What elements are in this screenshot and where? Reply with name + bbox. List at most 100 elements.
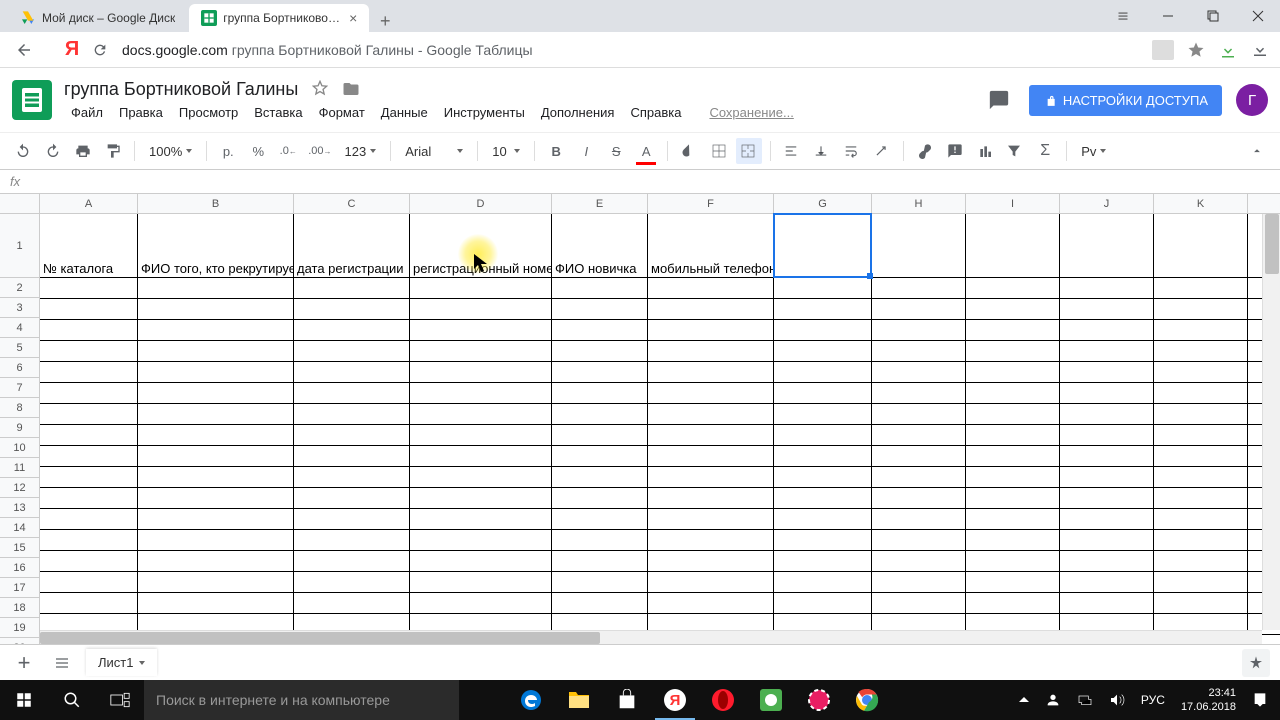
cell[interactable] bbox=[1060, 467, 1154, 487]
cell[interactable] bbox=[872, 530, 966, 550]
cell[interactable] bbox=[966, 467, 1060, 487]
cell[interactable] bbox=[774, 341, 872, 361]
cell[interactable] bbox=[294, 509, 410, 529]
store-app-icon[interactable] bbox=[603, 680, 651, 720]
cell[interactable] bbox=[1154, 593, 1248, 613]
cell[interactable] bbox=[648, 341, 774, 361]
cell[interactable] bbox=[410, 551, 552, 571]
cell[interactable] bbox=[966, 509, 1060, 529]
currency-button[interactable]: р. bbox=[215, 138, 241, 164]
column-header[interactable]: B bbox=[138, 194, 294, 213]
yandex-app-icon[interactable]: Я bbox=[651, 680, 699, 720]
cell[interactable] bbox=[872, 341, 966, 361]
cell[interactable]: ФИО новичка bbox=[552, 214, 648, 278]
cell[interactable] bbox=[1060, 530, 1154, 550]
row-header[interactable]: 9 bbox=[0, 418, 40, 438]
browser-tab-sheets[interactable]: группа Бортниковой Гал × bbox=[189, 4, 369, 32]
bookmark-icon[interactable] bbox=[1186, 40, 1206, 60]
row-header[interactable]: 19 bbox=[0, 618, 40, 638]
people-icon[interactable] bbox=[1041, 680, 1065, 720]
cell[interactable] bbox=[552, 278, 648, 298]
cell[interactable] bbox=[774, 383, 872, 403]
maximize-button[interactable] bbox=[1190, 0, 1235, 32]
menu-view[interactable]: Просмотр bbox=[172, 103, 245, 122]
cell[interactable] bbox=[1060, 551, 1154, 571]
row-header[interactable]: 4 bbox=[0, 318, 40, 338]
vertical-scrollbar[interactable] bbox=[1262, 214, 1280, 630]
cell[interactable] bbox=[552, 320, 648, 340]
cell[interactable] bbox=[966, 572, 1060, 592]
cell[interactable] bbox=[552, 467, 648, 487]
cell[interactable] bbox=[138, 530, 294, 550]
taskbar-app[interactable] bbox=[459, 680, 507, 720]
row-header[interactable]: 14 bbox=[0, 518, 40, 538]
cell[interactable] bbox=[872, 572, 966, 592]
cell[interactable] bbox=[1154, 362, 1248, 382]
collapse-toolbar-button[interactable] bbox=[1244, 138, 1270, 164]
cell[interactable] bbox=[872, 320, 966, 340]
row-header[interactable]: 10 bbox=[0, 438, 40, 458]
row-header[interactable]: 13 bbox=[0, 498, 40, 518]
reload-button[interactable] bbox=[86, 36, 114, 64]
cell[interactable] bbox=[552, 404, 648, 424]
cell[interactable] bbox=[966, 278, 1060, 298]
cell[interactable] bbox=[552, 425, 648, 445]
menu-addons[interactable]: Дополнения bbox=[534, 103, 622, 122]
folder-icon[interactable] bbox=[342, 80, 360, 98]
download-icon[interactable] bbox=[1218, 40, 1238, 60]
cell[interactable] bbox=[648, 278, 774, 298]
cell[interactable] bbox=[294, 593, 410, 613]
cell[interactable] bbox=[1060, 214, 1154, 278]
cell[interactable] bbox=[648, 404, 774, 424]
row-header[interactable]: 6 bbox=[0, 358, 40, 378]
language-indicator[interactable]: РУС bbox=[1137, 680, 1169, 720]
cell[interactable] bbox=[138, 404, 294, 424]
cell[interactable] bbox=[40, 362, 138, 382]
cell[interactable] bbox=[138, 488, 294, 508]
notifications-icon[interactable] bbox=[1248, 680, 1272, 720]
merge-cells-button[interactable] bbox=[736, 138, 762, 164]
app-icon[interactable] bbox=[795, 680, 843, 720]
cell[interactable] bbox=[294, 467, 410, 487]
comments-icon[interactable] bbox=[983, 84, 1015, 116]
text-color-button[interactable]: A bbox=[633, 138, 659, 164]
cell[interactable] bbox=[294, 446, 410, 466]
cell[interactable] bbox=[138, 278, 294, 298]
redo-button[interactable] bbox=[40, 138, 66, 164]
cell[interactable] bbox=[1060, 383, 1154, 403]
cell[interactable] bbox=[1060, 572, 1154, 592]
cell[interactable] bbox=[410, 362, 552, 382]
cell[interactable] bbox=[1154, 404, 1248, 424]
cell[interactable] bbox=[966, 299, 1060, 319]
cell[interactable]: мобильный телефон bbox=[648, 214, 774, 278]
input-tools-dropdown[interactable]: Рv bbox=[1075, 144, 1112, 159]
row-header[interactable]: 11 bbox=[0, 458, 40, 478]
cell[interactable] bbox=[1060, 488, 1154, 508]
opera-app-icon[interactable] bbox=[699, 680, 747, 720]
cell[interactable] bbox=[648, 425, 774, 445]
cell[interactable] bbox=[1060, 320, 1154, 340]
cell[interactable] bbox=[138, 467, 294, 487]
network-icon[interactable] bbox=[1073, 680, 1097, 720]
cell[interactable] bbox=[294, 299, 410, 319]
cell[interactable] bbox=[872, 299, 966, 319]
cell[interactable] bbox=[966, 551, 1060, 571]
cell[interactable] bbox=[40, 278, 138, 298]
cell[interactable] bbox=[294, 404, 410, 424]
cell[interactable] bbox=[552, 551, 648, 571]
cell[interactable] bbox=[138, 593, 294, 613]
borders-button[interactable] bbox=[706, 138, 732, 164]
cell[interactable] bbox=[966, 214, 1060, 278]
cell[interactable] bbox=[648, 320, 774, 340]
cell[interactable]: № каталога bbox=[40, 214, 138, 278]
cell[interactable] bbox=[294, 383, 410, 403]
cell[interactable] bbox=[410, 404, 552, 424]
cell[interactable] bbox=[774, 530, 872, 550]
cell[interactable] bbox=[552, 299, 648, 319]
row-header[interactable]: 2 bbox=[0, 278, 40, 298]
formula-bar[interactable]: fx bbox=[0, 170, 1280, 194]
sheets-logo-icon[interactable] bbox=[12, 80, 52, 120]
cell[interactable] bbox=[1060, 425, 1154, 445]
cell[interactable] bbox=[552, 488, 648, 508]
column-header[interactable]: A bbox=[40, 194, 138, 213]
